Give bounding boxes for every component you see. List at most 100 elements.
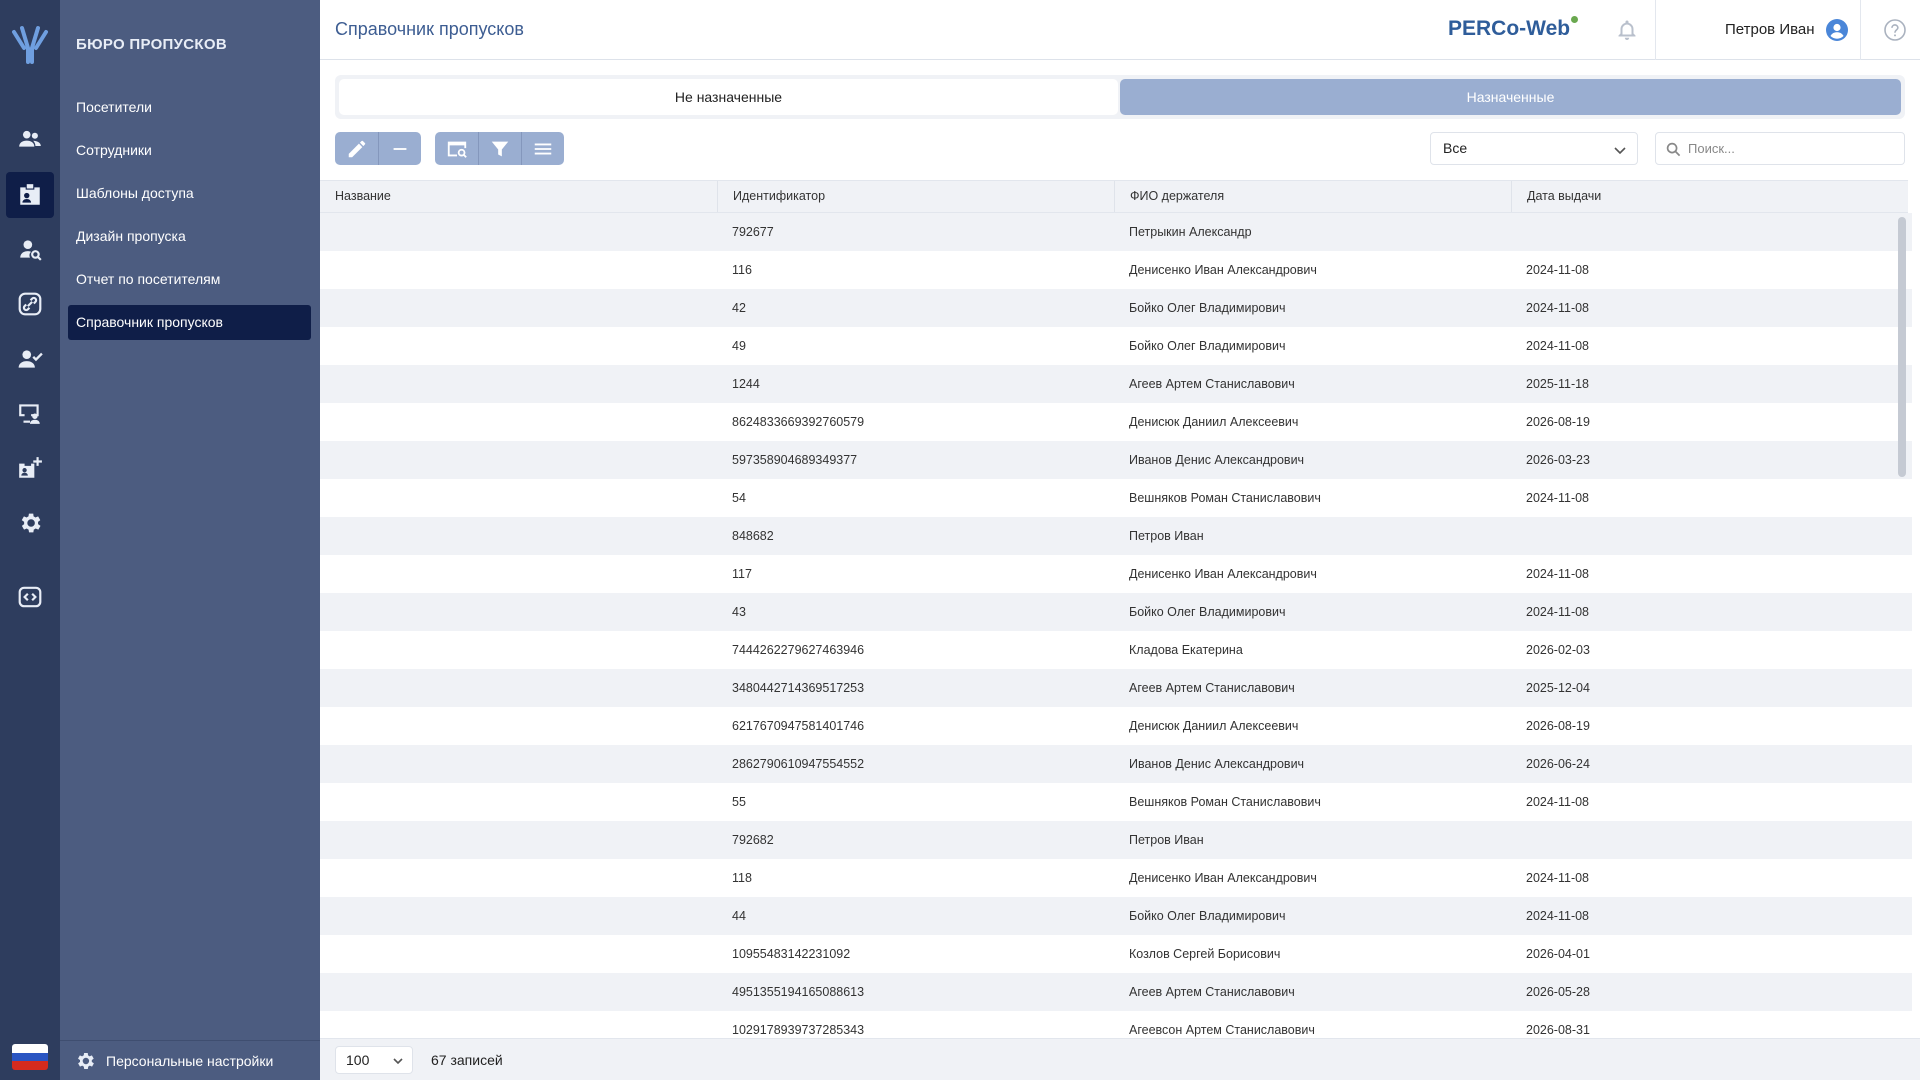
sidebar-item-access-templates[interactable]: Шаблоны доступа: [68, 176, 311, 211]
cell-name: [320, 479, 717, 517]
cell-identifier: 4951355194165088613: [732, 985, 865, 999]
badge-icon[interactable]: [6, 172, 54, 218]
sidebar-item-employees[interactable]: Сотрудники: [68, 133, 311, 168]
table-row[interactable]: 597358904689349377 Иванов Денис Александр…: [320, 441, 1912, 479]
cell-holder: Агеевсон Артем Станиславович: [1129, 1023, 1315, 1037]
sidebar: БЮРО ПРОПУСКОВ Посетители Сотрудники Шаб…: [60, 0, 320, 1080]
table-row[interactable]: 116 Денисенко Иван Александрович 2024-11-0…: [320, 251, 1912, 289]
table-scrollbar[interactable]: [1898, 217, 1906, 477]
language-flag-icon[interactable]: [12, 1044, 48, 1070]
header: Справочник пропусков PERCo-Web Петров Ив…: [320, 0, 1920, 60]
cell-holder: Иванов Денис Александрович: [1129, 757, 1305, 771]
cell-name: [320, 859, 717, 897]
table-row[interactable]: 8624833669392760579 Денисюк Даниил Алексе…: [320, 403, 1912, 441]
column-header-name[interactable]: Название: [320, 181, 717, 212]
cell-name: [320, 289, 717, 327]
cell-issue-date: 2026-03-23: [1526, 453, 1590, 467]
table-row[interactable]: 792682 Петров Иван: [320, 821, 1912, 859]
icon-rail: [0, 0, 60, 1080]
table-row[interactable]: 49 Бойко Олег Владимирович 2024-11-08: [320, 327, 1912, 365]
table-row[interactable]: 44 Бойко Олег Владимирович 2024-11-08: [320, 897, 1912, 935]
cell-name: [320, 631, 717, 669]
cell-name: [320, 669, 717, 707]
edit-toolbar: [335, 132, 421, 165]
table-row[interactable]: 43 Бойко Олег Владимирович 2024-11-08: [320, 593, 1912, 631]
columns-menu-button[interactable]: [521, 132, 564, 165]
header-divider: [1655, 0, 1656, 60]
table-row[interactable]: 6217670947581401746 Денисюк Даниил Алексе…: [320, 707, 1912, 745]
status-filter-select[interactable]: Все: [1430, 132, 1638, 165]
cell-holder: Агеев Артем Станиславович: [1129, 681, 1295, 695]
cell-holder: Денисенко Иван Александрович: [1129, 871, 1317, 885]
personal-settings-button[interactable]: Персональные настройки: [60, 1040, 320, 1080]
sidebar-item-pass-directory[interactable]: Справочник пропусков: [68, 305, 311, 340]
page-title: Справочник пропусков: [335, 19, 524, 39]
menu-icon: [534, 143, 552, 154]
search-input[interactable]: [1688, 133, 1898, 164]
cell-issue-date: 2025-12-04: [1526, 681, 1590, 695]
card-search-button[interactable]: [435, 132, 478, 165]
perco-logo-icon[interactable]: [6, 18, 54, 66]
tab-unassigned[interactable]: Не назначенные: [339, 79, 1118, 115]
cell-holder: Петрыкин Александр: [1129, 225, 1252, 239]
table-row[interactable]: 2862790610947554552 Иванов Денис Александ…: [320, 745, 1912, 783]
help-icon[interactable]: [1882, 17, 1908, 43]
cell-identifier: 6217670947581401746: [732, 719, 865, 733]
people-icon[interactable]: [6, 116, 54, 162]
brand-name: PERCo-Web: [1448, 17, 1571, 40]
cell-issue-date: 2024-11-08: [1526, 339, 1590, 353]
cell-name: [320, 821, 717, 859]
remove-button[interactable]: [378, 132, 421, 165]
sidebar-item-pass-design[interactable]: Дизайн пропуска: [68, 219, 311, 254]
cell-holder: Бойко Олег Владимирович: [1129, 605, 1286, 619]
cell-name: [320, 897, 717, 935]
table-row[interactable]: 10955483142231092 Козлов Сергей Борисович…: [320, 935, 1912, 973]
code-icon[interactable]: [6, 574, 54, 620]
monitor-user-icon[interactable]: [6, 390, 54, 436]
cell-identifier: 54: [732, 491, 746, 505]
column-header-issue-date[interactable]: Дата выдачи: [1511, 181, 1908, 212]
table-row[interactable]: 55 Вешняков Роман Станиславович 2024-11-08: [320, 783, 1912, 821]
user-check-icon[interactable]: [6, 336, 54, 382]
cell-issue-date: 2026-06-24: [1526, 757, 1590, 771]
table-row[interactable]: 118 Денисенко Иван Александрович 2024-11-0…: [320, 859, 1912, 897]
table-row[interactable]: 42 Бойко Олег Владимирович 2024-11-08: [320, 289, 1912, 327]
page-size-select[interactable]: 100: [335, 1046, 413, 1074]
bell-icon[interactable]: [1615, 18, 1639, 42]
cell-identifier: 1244: [732, 377, 760, 391]
edit-button[interactable]: [335, 132, 378, 165]
cell-issue-date: 2026-04-01: [1526, 947, 1590, 961]
chevron-down-icon: [393, 1058, 403, 1065]
cell-issue-date: 2026-08-31: [1526, 1023, 1590, 1037]
link-icon[interactable]: [6, 281, 54, 327]
cell-name: [320, 783, 717, 821]
cell-name: [320, 935, 717, 973]
user-name[interactable]: Петров Иван: [1725, 21, 1815, 38]
table-row[interactable]: 1244 Агеев Артем Станиславович 2025-11-18: [320, 365, 1912, 403]
column-header-holder[interactable]: ФИО держателя: [1114, 181, 1511, 212]
status-filter-value: Все: [1443, 140, 1468, 156]
filter-button[interactable]: [478, 132, 521, 165]
table-row[interactable]: 3480442714369517253 Агеев Артем Станислав…: [320, 669, 1912, 707]
sidebar-item-visitors[interactable]: Посетители: [68, 90, 311, 125]
table-row[interactable]: 792677 Петрыкин Александр: [320, 213, 1912, 251]
cell-issue-date: [1511, 213, 1908, 251]
cell-identifier: 55: [732, 795, 746, 809]
tab-assigned[interactable]: Назначенные: [1120, 79, 1901, 115]
table-row[interactable]: 848682 Петров Иван: [320, 517, 1912, 555]
personal-settings-label: Персональные настройки: [106, 1052, 274, 1069]
visitor-search-icon[interactable]: [6, 226, 54, 272]
table-row[interactable]: 1029178939737285343 Агеевсон Артем Станис…: [320, 1011, 1912, 1038]
cell-issue-date: 2024-11-08: [1526, 605, 1590, 619]
cell-issue-date: 2024-11-08: [1526, 795, 1590, 809]
column-header-identifier[interactable]: Идентификатор: [717, 181, 1114, 212]
add-badge-icon[interactable]: [6, 445, 54, 491]
user-avatar-icon[interactable]: [1825, 18, 1849, 42]
gear-icon[interactable]: [6, 500, 54, 546]
table-row[interactable]: 117 Денисенко Иван Александрович 2024-11-0…: [320, 555, 1912, 593]
table-row[interactable]: 4951355194165088613 Агеев Артем Станислав…: [320, 973, 1912, 1011]
table-row[interactable]: 54 Вешняков Роман Станиславович 2024-11-08: [320, 479, 1912, 517]
cell-name: [320, 1011, 717, 1038]
sidebar-item-visitor-report[interactable]: Отчет по посетителям: [68, 262, 311, 297]
table-row[interactable]: 7444262279627463946 Кладова Екатерина 2026…: [320, 631, 1912, 669]
